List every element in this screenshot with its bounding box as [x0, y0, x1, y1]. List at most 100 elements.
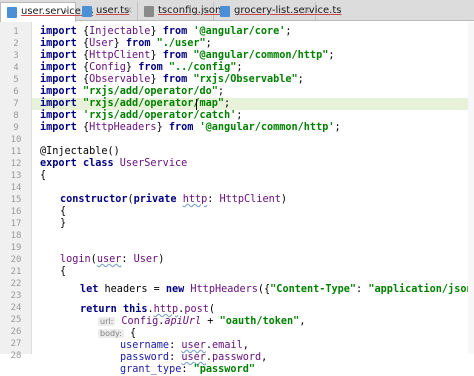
line-number: 20 [10, 255, 22, 265]
line-number: 27 [10, 339, 22, 349]
code-line[interactable]: import 'rxjs/add/operator/catch'; [40, 110, 474, 122]
line-number: 14 [10, 183, 22, 193]
string-literal: "oauth/token" [219, 316, 300, 327]
code-line[interactable]: let headers = new HttpHeaders({"Content-… [80, 284, 474, 296]
line-number: 9 [13, 123, 19, 133]
keyword: new [165, 284, 185, 295]
string-literal: "application/json" [368, 284, 474, 295]
line-number: 1 [13, 27, 19, 37]
identifier: HttpClient [89, 50, 151, 61]
identifier: Injectable [89, 26, 151, 37]
identifier: HttpClient [219, 194, 281, 205]
keyword: constructor [60, 194, 128, 205]
text-caret [196, 99, 197, 110]
line-number: 12 [10, 159, 22, 169]
keyword: from [162, 74, 188, 85]
code-line[interactable]: import {User} from "./user"; [40, 38, 474, 50]
line-number: 10 [10, 135, 22, 145]
line-number: 25 [10, 315, 22, 325]
tab-label: tsconfig.json [158, 5, 222, 16]
keyword: let [80, 284, 99, 295]
tab-grocery-list-service-ts[interactable]: grocery-list.service.ts × [214, 2, 341, 21]
code-line[interactable]: @Injectable() [40, 146, 474, 158]
punct: ) [280, 194, 287, 205]
punct: } [125, 62, 139, 73]
line-number: 18 [10, 231, 22, 241]
code-line[interactable]: import {Observable} from "rxjs/Observabl… [40, 74, 474, 86]
property-key: username [120, 340, 170, 351]
punct: ; [224, 98, 231, 109]
code-line[interactable]: import {HttpClient} from "@angular/commo… [40, 50, 474, 62]
punct: { [60, 206, 67, 217]
keyword: private [133, 194, 177, 205]
code-line[interactable]: import "rxjs/add/operator/do"; [40, 86, 474, 98]
keyword: return [80, 304, 117, 315]
code-line[interactable]: { [60, 206, 474, 218]
code-line[interactable]: url: Config.apiUrl + "oauth/token", [98, 316, 474, 328]
vertical-scrollbar[interactable] [468, 22, 474, 354]
keyword: import [40, 38, 77, 49]
punct: ; [236, 110, 243, 121]
line-number: 7 [13, 99, 19, 109]
code-line[interactable]: constructor(private http: HttpClient) [60, 194, 474, 206]
code-line[interactable]: import {Config} from "../config"; [40, 62, 474, 74]
punct: { [76, 62, 90, 73]
close-icon[interactable]: × [125, 2, 133, 20]
code-line[interactable]: export class UserService [40, 158, 474, 170]
keyword: this [116, 304, 148, 315]
punct: + [201, 316, 220, 327]
string-literal: "rxjs/Observable" [187, 74, 298, 85]
code-editor[interactable]: import {Injectable} from '@angular/core'… [32, 22, 474, 375]
line-number: 24 [10, 303, 22, 313]
punct: { [76, 122, 90, 133]
line-number-gutter[interactable]: 1 2 3 4 5 6 7 8 9 10 11 12 13 14 15 16 1… [0, 22, 32, 361]
tab-label: grocery-list.service.ts [234, 5, 342, 16]
punct: ; [285, 26, 292, 37]
punct: ; [205, 38, 212, 49]
punct: } [156, 122, 169, 133]
code-line-current[interactable]: import "rxjs/add/operator/map"; [32, 98, 474, 110]
punct: headers = [98, 284, 166, 295]
code-line[interactable]: return this.http.post( [80, 304, 474, 316]
identifier: user [181, 340, 206, 351]
editor-tab-bar: user.service.ts × user.ts × tsconfig.jso… [0, 0, 474, 22]
string-literal: 'rxjs/add/operator/catch' [76, 110, 237, 121]
code-line[interactable]: { [60, 266, 474, 278]
punct: ({ [257, 284, 271, 295]
line-number: 3 [13, 51, 19, 61]
typescript-file-icon [82, 6, 92, 17]
keyword: export [40, 158, 77, 169]
tab-tsconfig-json[interactable]: tsconfig.json × [138, 2, 221, 21]
string-literal: "password" [193, 364, 255, 375]
code-line[interactable]: login(user: User) [60, 254, 474, 266]
json-file-icon [144, 6, 154, 17]
identifier: HttpHeaders [89, 122, 157, 133]
identifier: http [182, 194, 208, 205]
identifier: HttpHeaders [184, 284, 258, 295]
decorator: @Injectable() [40, 146, 120, 157]
string-literal: '@angular/common/http' [193, 122, 335, 133]
tab-user-ts[interactable]: user.ts × [76, 2, 138, 21]
code-line[interactable]: grant_type: "password" [120, 364, 474, 376]
line-number: 22 [10, 279, 22, 289]
code-line[interactable]: import {HttpHeaders} from '@angular/comm… [40, 122, 474, 134]
keyword: from [125, 38, 151, 49]
code-line[interactable]: import {Injectable} from '@angular/core'… [40, 26, 474, 38]
line-number: 2 [13, 39, 19, 49]
code-line[interactable]: body: { [98, 328, 474, 340]
close-icon[interactable]: × [201, 2, 209, 20]
punct: : [169, 340, 182, 351]
tab-user-service-ts[interactable]: user.service.ts × [0, 2, 93, 22]
punct: } [60, 218, 67, 229]
punct: : [121, 254, 134, 265]
identifier: Config [115, 316, 159, 327]
punct: : [207, 194, 220, 205]
punct: { [123, 328, 137, 339]
line-number: 4 [13, 63, 19, 73]
close-icon[interactable]: × [63, 3, 71, 21]
code-line[interactable]: } [60, 218, 474, 230]
code-line[interactable]: username: user.email, [120, 340, 474, 352]
punct: { [76, 74, 90, 85]
code-line[interactable]: { [40, 170, 474, 182]
close-icon[interactable]: × [303, 2, 311, 20]
